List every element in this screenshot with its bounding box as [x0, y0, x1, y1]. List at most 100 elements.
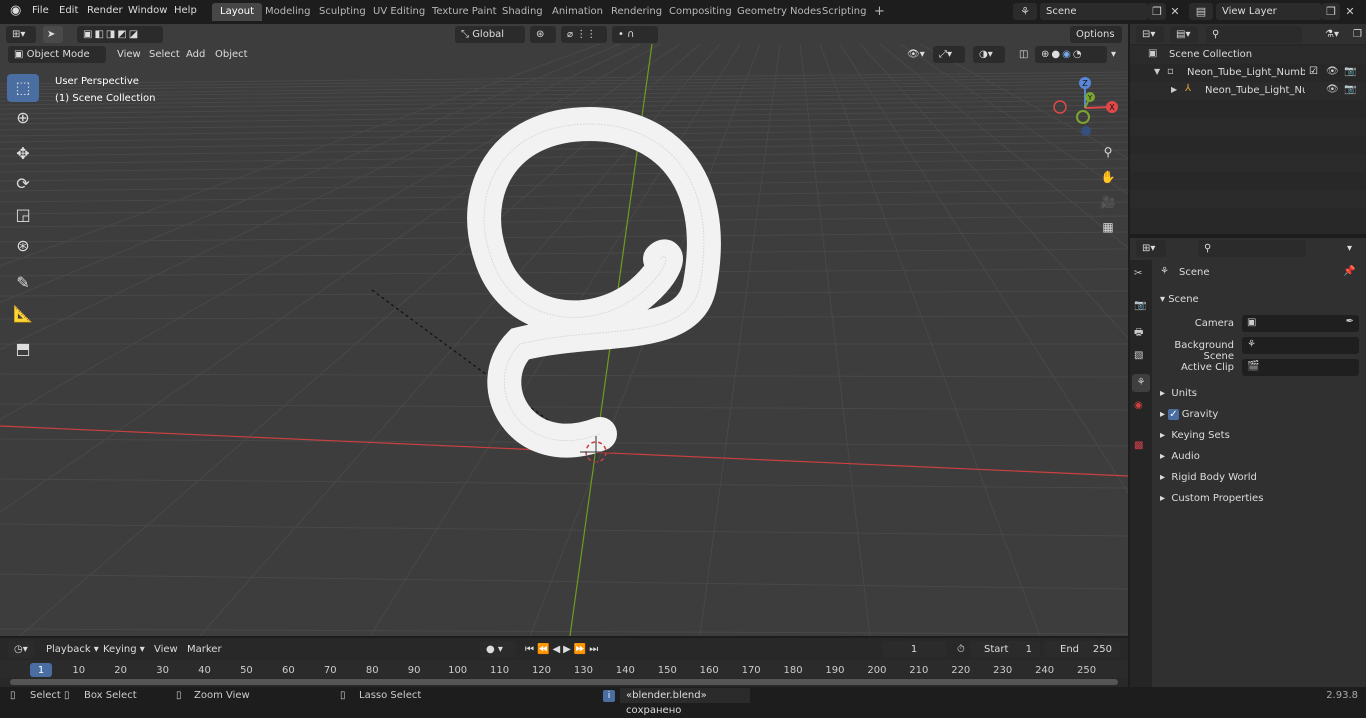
timeline-editor-icon[interactable]: ◷▾ — [8, 641, 34, 658]
add-menu[interactable]: Add — [181, 46, 210, 63]
proportional-editing-icon[interactable]: • ∩ — [612, 26, 658, 43]
scene-tab-icon[interactable]: ⚘ — [1132, 374, 1150, 392]
units-section[interactable]: ▸ Units — [1160, 388, 1197, 399]
gravity-section[interactable]: ▸ ✓ Gravity — [1160, 409, 1218, 420]
outliner-row-item-2[interactable]: ▶ ⅄ Neon_Tube_Light_Numbe 👁 📷 — [1130, 82, 1366, 100]
move-tool[interactable]: ✥ — [7, 140, 39, 168]
keying-sets-section[interactable]: ▸ Keying Sets — [1160, 430, 1230, 441]
timeline-view-menu[interactable]: View — [149, 641, 183, 658]
menu-edit[interactable]: Edit — [53, 0, 84, 22]
timeline-scrollbar[interactable] — [10, 679, 1118, 685]
properties-search-input[interactable]: ⚲ — [1198, 240, 1306, 257]
collapse-arrow-icon[interactable]: ▶ — [1171, 85, 1177, 94]
delete-view-layer-icon[interactable]: ✕ — [1341, 3, 1359, 20]
display-mode-icon[interactable]: ▤▾ — [1170, 26, 1198, 43]
pivot-point-icon[interactable]: ⊛ — [530, 26, 556, 43]
options-dropdown[interactable]: Options — [1070, 26, 1122, 43]
select-box-tool[interactable]: ⬚ — [7, 74, 39, 102]
overlays-icon[interactable]: ◑▾ — [973, 46, 1005, 63]
gravity-checkbox-icon[interactable]: ✓ — [1168, 409, 1179, 420]
new-collection-icon[interactable]: ❐ — [1348, 26, 1366, 43]
view-layer-browse-icon[interactable]: ▤ — [1189, 3, 1213, 20]
stopwatch-icon[interactable]: ⏱ — [952, 641, 970, 658]
rigid-body-world-section[interactable]: ▸ Rigid Body World — [1160, 472, 1257, 483]
snapping-icon[interactable]: ⌀ ⋮⋮ — [561, 26, 607, 43]
annotate-tool[interactable]: ✎ — [7, 269, 39, 297]
editor-type-icon[interactable]: ⊞▾ — [6, 26, 36, 43]
camera-field[interactable]: ▣ ✒ — [1242, 315, 1359, 332]
outliner-row-item-1[interactable]: ▼ ▫ Neon_Tube_Light_Number_9 ☑ 👁 📷 — [1130, 64, 1366, 82]
world-tab-icon[interactable]: ◉ — [1134, 400, 1143, 411]
new-scene-icon[interactable]: ❐ — [1148, 3, 1166, 20]
xray-icon[interactable]: ◫ — [1014, 46, 1033, 63]
start-frame-field[interactable]: Start 1 — [970, 641, 1040, 658]
record-icon[interactable]: ● ▾ — [480, 641, 516, 658]
menu-help[interactable]: Help — [168, 0, 203, 22]
render-camera-icon[interactable]: 📷 — [1344, 84, 1356, 95]
shading-modes[interactable]: ⊕●◉◔ — [1035, 46, 1107, 63]
custom-properties-section[interactable]: ▸ Custom Properties — [1160, 493, 1263, 504]
outliner-editor-icon[interactable]: ⊟▾ — [1136, 26, 1164, 43]
menu-file[interactable]: File — [26, 0, 55, 22]
scale-tool[interactable]: ◲ — [7, 201, 39, 229]
render-tab-icon[interactable]: 📷 — [1134, 300, 1146, 311]
measure-tool[interactable]: 📐 — [7, 300, 39, 328]
render-camera-icon[interactable]: 📷 — [1344, 66, 1356, 77]
select-menu[interactable]: Select — [144, 46, 185, 63]
menu-window[interactable]: Window — [122, 0, 173, 22]
outliner-search-input[interactable]: ⚲ — [1206, 26, 1302, 43]
pin-icon[interactable]: 📌 — [1343, 266, 1355, 277]
eyedropper-icon[interactable]: ✒ — [1346, 316, 1354, 327]
marker-menu[interactable]: Marker — [182, 641, 227, 658]
checkbox-icon[interactable]: ☑ — [1309, 66, 1318, 77]
playback-dropdown[interactable]: Playback ▾ — [41, 641, 104, 658]
output-tab-icon[interactable]: 🖶 — [1134, 325, 1143, 342]
tab-compositing[interactable]: Compositing — [661, 3, 740, 21]
tab-uv-editing[interactable]: UV Editing — [365, 3, 433, 21]
3d-viewport[interactable]: Z X Y — [0, 44, 1128, 636]
current-frame-field[interactable]: 1 — [882, 641, 946, 658]
shading-dropdown-icon[interactable]: ▾ — [1106, 46, 1121, 63]
add-cube-tool[interactable]: ⬒ — [7, 335, 39, 363]
camera-view-icon[interactable]: 🎥 — [1097, 191, 1119, 213]
eye-icon[interactable]: 👁 — [1326, 84, 1339, 95]
tweak-tool-icon[interactable]: ➤ — [43, 26, 63, 43]
selection-mode-buttons[interactable]: ▣◧◨◩◪ — [77, 26, 163, 43]
properties-options-icon[interactable]: ▾ — [1342, 240, 1357, 257]
rotate-tool[interactable]: ⟳ — [7, 170, 39, 198]
transform-tool[interactable]: ⊛ — [7, 232, 39, 260]
zoom-icon[interactable]: ⚲ — [1097, 141, 1119, 163]
ortho-grid-icon[interactable]: ▦ — [1097, 216, 1119, 238]
add-workspace-button[interactable]: + — [866, 3, 893, 21]
end-frame-field[interactable]: End 250 — [1044, 641, 1120, 658]
active-clip-field[interactable]: 🎬 — [1242, 359, 1359, 376]
outliner-row-root[interactable]: ▣ Scene Collection — [1130, 46, 1366, 64]
tab-shading[interactable]: Shading — [494, 3, 551, 21]
status-message[interactable]: «blender.blend» сохранено — [620, 688, 750, 716]
scene-section-header[interactable]: ▾ Scene — [1160, 294, 1199, 305]
blender-logo-icon[interactable]: ◉ — [4, 0, 27, 22]
filter-icon[interactable]: ⚗▾ — [1320, 26, 1344, 43]
expand-arrow-icon[interactable]: ▼ — [1154, 67, 1160, 76]
delete-scene-icon[interactable]: ✕ — [1166, 3, 1184, 20]
transform-orientation-dropdown[interactable]: ⤡ Global — [455, 26, 525, 43]
texture-tab-icon[interactable]: ▩ — [1134, 440, 1143, 451]
tab-animation[interactable]: Animation — [544, 3, 611, 21]
pan-hand-icon[interactable]: ✋ — [1097, 166, 1119, 188]
new-view-layer-icon[interactable]: ❐ — [1322, 3, 1340, 20]
background-scene-field[interactable]: ⚘ — [1242, 337, 1359, 354]
visibility-icon[interactable]: 👁▾ — [902, 46, 930, 63]
audio-section[interactable]: ▸ Audio — [1160, 451, 1200, 462]
eye-icon[interactable]: 👁 — [1326, 66, 1339, 77]
view-layer-tab-icon[interactable]: ▧ — [1134, 350, 1143, 361]
tab-modeling[interactable]: Modeling — [257, 3, 319, 21]
cursor-tool[interactable]: ⊕ — [7, 104, 39, 132]
object-menu[interactable]: Object — [210, 46, 253, 63]
tab-texture-paint[interactable]: Texture Paint — [424, 3, 505, 21]
tool-tab-icon[interactable]: ✂ — [1134, 268, 1142, 279]
scene-browse-icon[interactable]: ⚘ — [1013, 3, 1037, 20]
tab-layout[interactable]: Layout — [212, 3, 262, 21]
view-menu[interactable]: View — [112, 46, 146, 63]
keying-dropdown[interactable]: Keying ▾ — [98, 641, 150, 658]
playback-controls[interactable]: ⏮⏪◀▶⏩⏭ — [520, 641, 606, 658]
